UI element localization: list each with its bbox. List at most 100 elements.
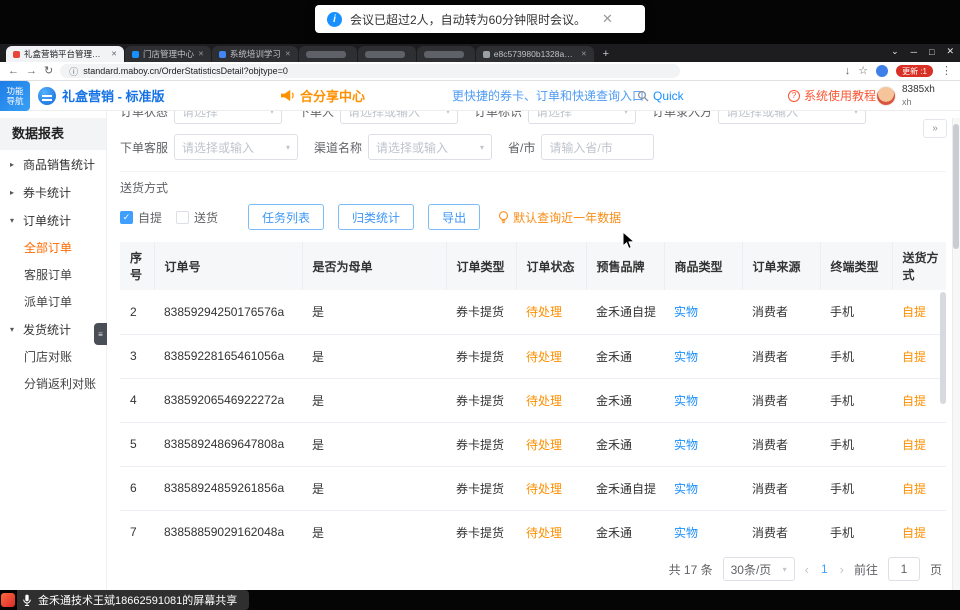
col-header-order-source: 订单来源 — [742, 242, 820, 290]
cell-type: 券卡提货 — [446, 334, 516, 378]
cell-ptype[interactable]: 实物 — [664, 290, 742, 334]
main-content: 订单状态 请选择 ▾ 下单人 请选择或输入 ▾ — [107, 111, 960, 590]
prev-page-icon[interactable]: ‹ — [805, 562, 809, 577]
app-header: 功能 导航 礼盒营销 - 标准版 合分享中心 更快捷的券卡、订单和快递查询入口 — [0, 81, 960, 111]
tab-gift-admin[interactable]: 礼盒营销平台管理中心 ✕ — [6, 46, 124, 62]
minimize-icon[interactable]: ─ — [911, 47, 917, 57]
col-header-no: 序号 — [120, 242, 154, 290]
province-city-input[interactable]: 请输入省/市 — [541, 134, 654, 160]
browser-update-button[interactable]: 更新 :1 — [896, 65, 933, 77]
orderer-select[interactable]: 请选择或输入 ▾ — [340, 111, 458, 124]
quick-search-link[interactable]: Quick — [637, 81, 684, 110]
window-close-icon[interactable]: ✕ — [946, 46, 954, 57]
tab-unnamed-2[interactable] — [358, 46, 416, 62]
checkbox-empty-icon — [176, 211, 189, 224]
task-list-button[interactable]: 任务列表 — [248, 204, 324, 230]
page-number-1[interactable]: 1 — [819, 562, 830, 576]
cell-source: 消费者 — [742, 422, 820, 466]
total-count: 共 17 条 — [669, 561, 713, 578]
cell-type: 券卡提货 — [446, 290, 516, 334]
page-scrollbar-thumb[interactable] — [953, 124, 959, 249]
export-button[interactable]: 导出 — [428, 204, 480, 230]
app-title: 礼盒营销 - 标准版 — [62, 86, 165, 105]
sidebar-subitem-store-reconcile[interactable]: 门店对账 — [0, 343, 106, 370]
tab-store-admin[interactable]: 门店管理中心 ✕ — [125, 46, 211, 62]
tab-hash[interactable]: e8c573980b1328a258fd2e6ll ✕ — [476, 46, 594, 62]
filter-label: 下单人 — [298, 111, 334, 120]
func-nav-line2: 导航 — [6, 96, 23, 106]
sidebar-item-product-sales[interactable]: ▸ 商品销售统计 — [0, 150, 106, 178]
cell-no: 7 — [120, 510, 154, 550]
sidebar-subitem-rebate-reconcile[interactable]: 分销返利对账 — [0, 370, 106, 397]
order-status-select[interactable]: 请选择 ▾ — [174, 111, 282, 124]
goto-page-input[interactable] — [888, 557, 920, 581]
cell-order: 83859294250176576a — [154, 290, 302, 334]
order-agent-select[interactable]: 请选择或输入 ▾ — [174, 134, 298, 160]
cell-parent: 是 — [302, 290, 446, 334]
table-scrollbar-thumb[interactable] — [940, 292, 946, 404]
username-line2: xh — [902, 97, 935, 108]
cell-no: 5 — [120, 422, 154, 466]
back-icon[interactable]: ← — [8, 66, 19, 77]
cell-source: 消费者 — [742, 466, 820, 510]
tab-close-icon[interactable]: ✕ — [285, 50, 291, 58]
sidebar-collapse-handle[interactable]: ≡ — [94, 323, 107, 345]
tip-text: 默认查询近一年数据 — [513, 209, 621, 226]
channel-name-select[interactable]: 请选择或输入 ▾ — [368, 134, 492, 160]
maximize-icon[interactable]: □ — [929, 47, 934, 57]
delivery-checkbox[interactable]: 送货 — [176, 209, 218, 226]
tab-close-icon[interactable]: ✕ — [581, 50, 587, 58]
browser-menu-icon[interactable]: ⋮ — [941, 66, 952, 77]
bookmark-star-icon[interactable]: ☆ — [858, 66, 868, 77]
cell-ptype[interactable]: 实物 — [664, 378, 742, 422]
browser-profile-avatar[interactable] — [876, 65, 888, 77]
checkbox-label: 送货 — [194, 209, 218, 226]
close-icon[interactable]: ✕ — [602, 11, 613, 27]
address-bar[interactable]: ⓘ standard.maboy.cn/OrderStatisticsDetai… — [60, 64, 680, 78]
tab-label: 门店管理中心 — [143, 48, 194, 60]
next-page-icon[interactable]: › — [840, 562, 844, 577]
page-scrollbar[interactable] — [952, 118, 960, 590]
order-entry-select[interactable]: 请选择或输入 ▾ — [718, 111, 866, 124]
function-nav-toggle[interactable]: 功能 导航 — [0, 81, 30, 111]
cell-order: 83858859029162048a — [154, 510, 302, 550]
site-info-icon[interactable]: ⓘ — [69, 65, 78, 78]
pickup-checkbox[interactable]: ✓ 自提 — [120, 209, 162, 226]
cell-ptype[interactable]: 实物 — [664, 510, 742, 550]
new-tab-button[interactable]: + — [598, 46, 614, 62]
sidebar-subitem-all-orders[interactable]: 全部订单 — [0, 234, 106, 261]
tab-search-icon[interactable]: ⌄ — [891, 46, 899, 57]
tab-unnamed-1[interactable] — [299, 46, 357, 62]
tutorial-link[interactable]: ? 系统使用教程 — [788, 81, 876, 110]
col-header-order-status: 订单状态 — [516, 242, 586, 290]
forward-icon[interactable]: → — [26, 66, 37, 77]
cell-ptype[interactable]: 实物 — [664, 466, 742, 510]
reload-icon[interactable]: ↻ — [44, 66, 53, 77]
cell-ptype[interactable]: 实物 — [664, 334, 742, 378]
sidebar-item-shipping-stats[interactable]: ▾ 发货统计 — [0, 315, 106, 343]
tab-close-icon[interactable]: ✕ — [111, 50, 117, 58]
order-flag-select[interactable]: 请选择 ▾ — [528, 111, 636, 124]
url-text: standard.maboy.cn/OrderStatisticsDetail?… — [83, 66, 288, 76]
user-avatar[interactable] — [876, 86, 896, 106]
tab-close-icon[interactable]: ✕ — [198, 50, 204, 58]
tab-unnamed-3[interactable] — [417, 46, 475, 62]
filter-expand-button[interactable]: » — [923, 119, 947, 138]
tab-training[interactable]: 系统培训学习 ✕ — [212, 46, 298, 62]
sidebar-title: 数据报表 — [0, 118, 106, 150]
cell-terminal: 手机 — [820, 466, 892, 510]
download-icon[interactable]: ↓ — [845, 66, 851, 77]
cell-ptype[interactable]: 实物 — [664, 422, 742, 466]
sidebar-item-order-stats[interactable]: ▾ 订单统计 — [0, 206, 106, 234]
table-scrollbar[interactable] — [940, 290, 946, 548]
page-size-select[interactable]: 30条/页 ▾ — [723, 557, 795, 581]
placeholder-text: 请选择或输入 — [182, 139, 254, 156]
sidebar-item-coupon-stats[interactable]: ▸ 券卡统计 — [0, 178, 106, 206]
sidebar-subitem-dispatch-orders[interactable]: 派单订单 — [0, 288, 106, 315]
placeholder-text: 请选择或输入 — [376, 139, 448, 156]
category-stats-button[interactable]: 归类统计 — [338, 204, 414, 230]
sidebar-subitem-service-orders[interactable]: 客服订单 — [0, 261, 106, 288]
username[interactable]: 8385xh xh — [902, 84, 935, 108]
share-center-link[interactable]: 合分享中心 — [280, 81, 365, 110]
cell-type: 券卡提货 — [446, 378, 516, 422]
